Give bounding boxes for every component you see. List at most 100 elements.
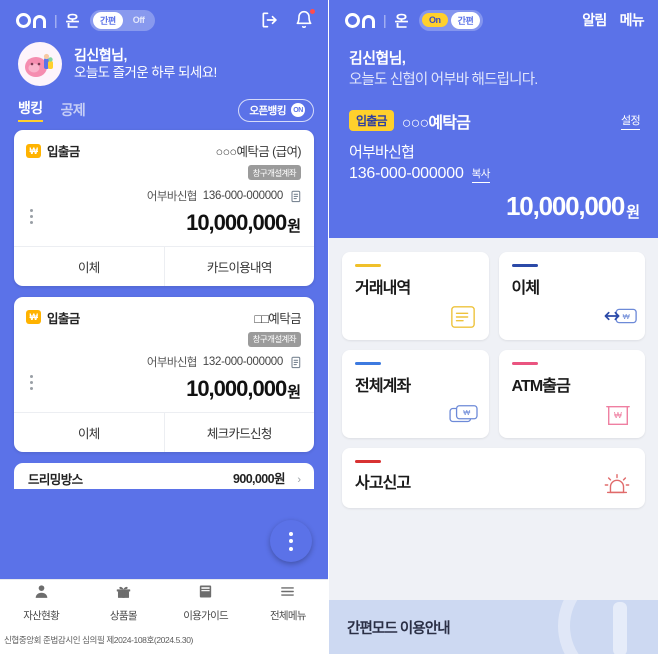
account-number: 136-000-000000: [349, 164, 464, 182]
left-header-icon-group: [260, 9, 315, 30]
list-item[interactable]: 드리밍방스 900,000원 ›: [14, 463, 314, 489]
account-card-body: ₩ 입출금 ○○○예탁금 (급여) 창구개설계좌 어부바신협 136-000-0…: [14, 130, 314, 246]
openbanking-button[interactable]: 오픈뱅킹 ON: [238, 98, 314, 122]
chevron-right-icon: ›: [297, 474, 301, 486]
book-icon: [197, 583, 214, 605]
transfer-arrows-icon: ₩: [604, 304, 637, 330]
tile-label: 사고신고: [355, 475, 411, 493]
tile-label: 거래내역: [355, 280, 411, 298]
dual-phone-screenshot: | 온 간편 Off 김신협님, 오늘도 즐거운 하루 되세요! 뱅킹 공제 오…: [0, 0, 658, 654]
settings-link[interactable]: 설정: [620, 112, 641, 130]
simple-mode-toggle[interactable]: On 간편: [418, 9, 484, 31]
info-icon: [558, 600, 658, 654]
account-card[interactable]: ₩ 입출금 ○○○예탁금 (급여) 창구개설계좌 어부바신협 136-000-0…: [14, 130, 314, 286]
won-tag-icon: ₩: [26, 310, 41, 324]
toggle-state-label[interactable]: Off: [126, 13, 152, 27]
nav-label-assets: 자산현황: [23, 610, 60, 622]
openbanking-badge-icon: ON: [291, 103, 305, 117]
tile-label: 전체계좌: [355, 378, 411, 396]
account-balance: 10,000,000: [506, 190, 625, 221]
tile-accent-bar: [355, 361, 381, 366]
account-card-menu-icon[interactable]: [30, 208, 33, 224]
header-link-menu[interactable]: 메뉴: [620, 10, 645, 30]
nav-label-shop: 상품몰: [109, 610, 138, 622]
tile-all-accounts[interactable]: 전체계좌 ₩: [342, 349, 489, 438]
account-card[interactable]: ₩ 입출금 □□예탁금 창구개설계좌 어부바신협 132-000-000000: [14, 296, 315, 452]
account-card-header-row: ₩ 입출금 ○○○예탁금 (급여) 창구개설계좌: [26, 141, 302, 181]
nav-item-allmenu[interactable]: 전체메뉴: [247, 583, 328, 623]
simple-mode-guide-banner[interactable]: 간편모드 이용안내: [329, 600, 658, 654]
on-logo-icon: [345, 12, 375, 28]
left-tab-bar: 뱅킹 공제 오픈뱅킹 ON: [0, 86, 328, 130]
partial-item-amount: 900,000원: [232, 472, 285, 486]
right-phone-screen: | 온 On 간편 알림 메뉴 김신협님, 오늘도 신협이 어부바 해드립니다.: [329, 0, 658, 654]
account-bank-name: 어부바신협: [349, 143, 415, 161]
greeting-text: 김신협님, 오늘도 즐거운 하루 되세요!: [74, 46, 217, 82]
toggle-simple-label[interactable]: 간편: [450, 11, 481, 29]
tab-gongje[interactable]: 공제: [61, 100, 86, 122]
quick-menu-grid: 거래내역 이체 ₩ 전체계좌 ₩ ATM출금 ₩ 사고신고: [342, 251, 645, 508]
right-header-links: 알림 메뉴: [582, 10, 644, 30]
tile-label: 이체: [511, 280, 541, 298]
greeting-subtitle: 오늘도 신협이 어부바 해드립니다.: [349, 71, 538, 88]
account-action-card-history[interactable]: 카드이용내역: [163, 246, 315, 286]
tab-banking[interactable]: 뱅킹: [18, 98, 43, 122]
quick-menu-area: 거래내역 이체 ₩ 전체계좌 ₩ ATM출금 ₩ 사고신고: [329, 238, 658, 508]
account-product-name: ○○○예탁금 (급여): [215, 145, 302, 159]
left-app-header: | 온 간편 Off: [0, 0, 328, 34]
brand-korean-label: 온: [394, 12, 409, 30]
greeting-subtitle: 오늘도 즐거운 하루 되세요!: [74, 65, 217, 81]
right-blue-section: | 온 On 간편 알림 메뉴 김신협님, 오늘도 신협이 어부바 해드립니다.: [329, 0, 658, 238]
account-product-area: ○○○예탁금 (급여) 창구개설계좌: [215, 141, 302, 181]
simple-account-panel[interactable]: 입출금 ○○○예탁금 설정 어부바신협 136-000-000000 복사 10…: [329, 95, 658, 228]
compliance-footer-text: 신협중앙회 준법감시인 심의필 제2024-108호(2024.5.30): [4, 635, 193, 645]
tile-accent-bar: [511, 263, 538, 268]
gift-icon: [115, 583, 132, 605]
person-icon: [33, 583, 50, 605]
toggle-simple-label[interactable]: 간편: [92, 11, 123, 29]
hamburger-icon: [279, 583, 296, 605]
account-balance-row: 10,000,000 원: [26, 376, 301, 402]
tile-transaction-history[interactable]: 거래내역: [342, 251, 489, 340]
account-type-label: 입출금: [47, 145, 80, 159]
account-card-header-row: ₩ 입출금 □□예탁금 창구개설계좌: [26, 308, 302, 348]
nav-item-assets[interactable]: 자산현황: [0, 583, 82, 623]
account-action-transfer[interactable]: 이체: [14, 413, 164, 452]
tile-accent-bar: [355, 263, 381, 268]
account-action-check-card[interactable]: 체크카드신청: [163, 413, 315, 452]
header-link-alerts[interactable]: 알림: [582, 10, 607, 30]
tile-incident-report[interactable]: 사고신고: [342, 447, 645, 508]
toggle-state-label[interactable]: On: [421, 13, 448, 27]
account-number: 136-000-000000: [202, 189, 284, 202]
account-action-transfer[interactable]: 이체: [14, 247, 164, 286]
nav-item-shop[interactable]: 상품몰: [82, 583, 164, 623]
tile-label: ATM출금: [511, 378, 571, 396]
nav-item-guide[interactable]: 이용가이드: [165, 583, 247, 623]
account-number-row: 어부바신협 132-000-000000: [26, 354, 301, 370]
svg-text:₩: ₩: [614, 410, 622, 420]
simple-mode-toggle[interactable]: 간편 Off: [89, 9, 155, 31]
bell-icon[interactable]: [294, 9, 315, 30]
notification-dot: [310, 9, 315, 14]
partial-item-right: 900,000원 ›: [233, 468, 301, 488]
simple-account-title-group: 입출금 ○○○예탁금: [349, 109, 471, 133]
account-card-menu-icon[interactable]: [30, 375, 33, 390]
copy-icon[interactable]: [289, 189, 301, 203]
account-balance-row: 10,000,000 원: [26, 210, 301, 236]
account-number-row: 어부바신협 136-000-000000: [26, 188, 301, 204]
logout-icon[interactable]: [260, 10, 280, 30]
account-bank-name: 어부바신협: [146, 190, 198, 203]
copy-icon[interactable]: [289, 355, 301, 369]
avatar: [18, 42, 62, 86]
won-tag-icon: ₩: [26, 143, 41, 158]
account-cards-icon: ₩: [448, 402, 478, 428]
tile-accent-bar: [355, 459, 381, 464]
right-greeting-block: 김신협님, 오늘도 신협이 어부바 해드립니다.: [329, 34, 658, 95]
status-badge: 창구개설계좌: [247, 165, 301, 180]
more-options-fab[interactable]: [270, 520, 312, 562]
logo-divider: |: [383, 12, 387, 28]
tile-atm-withdrawal[interactable]: ATM출금 ₩: [498, 349, 645, 438]
account-product-area: □□예탁금 창구개설계좌: [247, 308, 302, 348]
copy-link[interactable]: 복사: [471, 166, 490, 183]
tile-transfer[interactable]: 이체 ₩: [498, 251, 645, 340]
